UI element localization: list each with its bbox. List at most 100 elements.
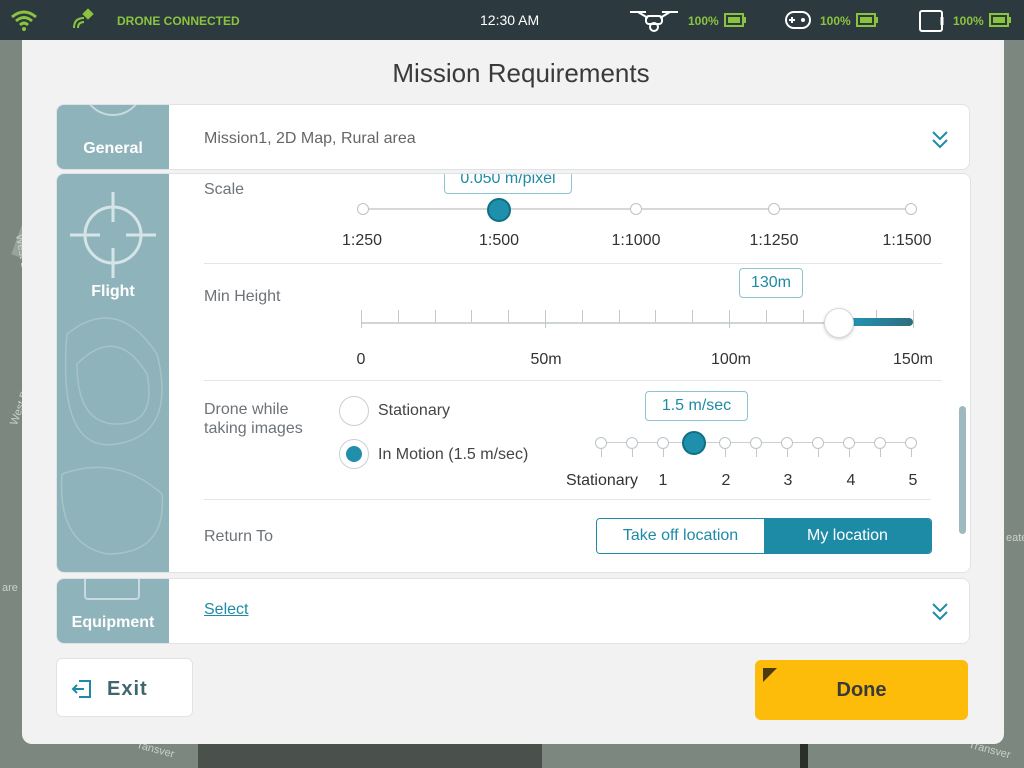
speed-tick (880, 449, 881, 457)
equipment-section[interactable]: Equipment Select (56, 578, 970, 644)
equipment-tab[interactable]: Equipment (57, 579, 169, 643)
in-motion-radio-label[interactable]: In Motion (1.5 m/sec) (378, 446, 528, 464)
controller-battery-text: 100% (820, 14, 851, 28)
height-tick (619, 310, 620, 322)
satellite-icon (70, 8, 94, 35)
exit-icon (71, 679, 93, 704)
return-to-label: Return To (204, 528, 274, 545)
drone-icon (628, 8, 680, 35)
flight-section: Flight Scale 0.050 m/pixel 1:250 1:500 1… (56, 173, 971, 573)
height-tick (545, 310, 546, 328)
equipment-select-link[interactable]: Select (204, 601, 248, 619)
speed-stop[interactable] (595, 437, 607, 449)
height-tick (803, 310, 804, 322)
scale-option-label: 1:1000 (611, 232, 661, 249)
flight-label: Flight (91, 283, 135, 300)
height-tick (913, 310, 914, 328)
connection-status: DRONE CONNECTED (117, 14, 240, 28)
chevron-down-icon[interactable] (930, 129, 950, 151)
scale-option-label: 1:500 (478, 232, 520, 249)
battery-icon (989, 13, 1011, 30)
min-height-value-bubble: 130m (739, 268, 803, 298)
scale-slider[interactable] (357, 198, 917, 222)
battery-icon (856, 13, 878, 30)
general-summary: Mission1, 2D Map, Rural area (204, 130, 416, 147)
height-tick-label: 150m (892, 351, 934, 368)
height-tick-label: 50m (530, 351, 562, 368)
speed-slider-thumb[interactable] (682, 431, 706, 455)
divider (204, 263, 942, 264)
min-height-slider[interactable] (361, 308, 914, 346)
return-to-toggle: Take off location My location (596, 518, 932, 554)
speed-slider[interactable] (595, 431, 921, 462)
topo-lines-decoration (57, 294, 169, 569)
scale-stop[interactable] (768, 203, 780, 215)
speed-value-bubble: 1.5 m/sec (645, 391, 748, 421)
height-tick (435, 310, 436, 322)
speed-tick (787, 449, 788, 457)
speed-tick (818, 449, 819, 457)
scale-slider-thumb[interactable] (487, 198, 511, 222)
take-off-location-option[interactable]: Take off location (597, 519, 764, 553)
flight-scrollbar[interactable] (959, 406, 966, 534)
speed-tick (911, 449, 912, 457)
speed-stop[interactable] (750, 437, 762, 449)
scale-option-label: 1:1500 (882, 232, 932, 249)
map-dark-area (198, 744, 542, 768)
height-tick (729, 310, 730, 328)
scale-stop[interactable] (630, 203, 642, 215)
height-tick (508, 310, 509, 322)
dialog-title: Mission Requirements (392, 58, 650, 88)
done-label: Done (836, 679, 887, 701)
height-tick (692, 310, 693, 322)
clock: 12:30 AM (480, 12, 540, 28)
height-tick (582, 310, 583, 322)
general-icon (79, 105, 147, 130)
in-motion-radio[interactable] (339, 439, 369, 469)
flight-tab[interactable]: Flight (57, 174, 169, 572)
gamepad-icon (784, 9, 812, 34)
height-tick (655, 310, 656, 322)
tablet-icon (918, 9, 946, 36)
min-height-slider-thumb[interactable] (824, 308, 854, 338)
scale-option-label: 1:1250 (749, 232, 799, 249)
general-section[interactable]: General Mission1, 2D Map, Rural area (56, 104, 970, 170)
speed-stop[interactable] (719, 437, 731, 449)
map-label: are (2, 582, 18, 594)
equipment-icon (83, 579, 143, 612)
scale-stop[interactable] (905, 203, 917, 215)
exit-button[interactable]: Exit (56, 658, 193, 717)
height-tick (471, 310, 472, 322)
divider (204, 380, 942, 381)
stationary-radio-label[interactable]: Stationary (378, 402, 450, 420)
scale-option-label: 1:250 (341, 232, 383, 249)
general-tab[interactable]: General (57, 105, 169, 169)
corner-flag-icon (763, 668, 777, 682)
map-label: eate (1006, 532, 1024, 544)
divider (204, 499, 931, 500)
scale-value-bubble: 0.050 m/pixel (444, 174, 572, 194)
status-bar: DRONE CONNECTED 12:30 AM 100% 100% 100% (0, 0, 1024, 40)
speed-tick (601, 449, 602, 457)
wifi-icon (10, 9, 38, 34)
speed-tick (756, 449, 757, 457)
stationary-radio[interactable] (339, 396, 369, 426)
drone-battery-text: 100% (688, 14, 719, 28)
chevron-down-icon[interactable] (930, 601, 950, 623)
speed-stop[interactable] (905, 437, 917, 449)
general-label: General (83, 140, 143, 157)
speed-stop[interactable] (657, 437, 669, 449)
speed-stop[interactable] (781, 437, 793, 449)
speed-stop[interactable] (626, 437, 638, 449)
done-button[interactable]: Done (755, 660, 968, 720)
scale-label: Scale (204, 181, 245, 198)
speed-stop[interactable] (843, 437, 855, 449)
exit-label: Exit (107, 678, 148, 700)
scale-stop[interactable] (357, 203, 369, 215)
speed-stop[interactable] (812, 437, 824, 449)
my-location-option[interactable]: My location (764, 519, 931, 553)
drone-images-label-line1: Drone while (204, 401, 289, 418)
speed-tick (663, 449, 664, 457)
tablet-battery-text: 100% (953, 14, 984, 28)
speed-stop[interactable] (874, 437, 886, 449)
